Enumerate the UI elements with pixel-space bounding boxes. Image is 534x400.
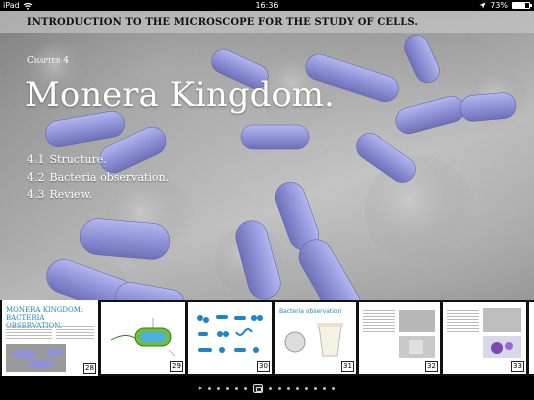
page-dot[interactable] [217,386,221,390]
page-dot[interactable] [332,386,336,390]
page-dot[interactable] [296,386,300,390]
page-number: 31 [341,361,354,372]
page-number: 33 [511,361,524,372]
status-bar: iPad 16:36 73% [0,0,534,11]
page-thumbnail-28[interactable]: MONERA KINGDOM: BACTERIA OBSERVATION. 28 [2,300,98,376]
page-thumbnail-partial[interactable] [529,302,534,374]
toc-item-review[interactable]: 4.3 Review. [27,186,169,204]
location-arrow-icon [479,2,486,9]
page-thumbnail-29[interactable]: 29 [101,302,185,374]
battery-percent: 73% [490,1,508,10]
page-dot-active[interactable] [253,383,264,393]
stained-slide-image [483,308,521,358]
chapter-title: Monera Kingdom. [25,75,335,115]
bacteria-shapes-image [197,315,263,353]
thumbnail-title: Bacteria observation [279,308,342,315]
page-thumbnail-32[interactable]: 32 [359,302,440,374]
page-number: 29 [170,361,183,372]
page-number: 32 [425,361,438,372]
toc-item-bacteria-observation[interactable]: 4.2 Bacteria observation. [27,169,169,187]
page-dot[interactable] [305,386,309,390]
page-indicator[interactable]: ▸ [0,376,534,400]
chapter-page: INTRODUCTION TO THE MICROSCOPE FOR THE S… [0,11,534,313]
lab-photo-image [399,310,435,358]
bacterium-diagram-image [110,318,176,357]
page-dot[interactable] [287,386,291,390]
book-title: INTRODUCTION TO THE MICROSCOPE FOR THE S… [27,17,418,28]
page-dot[interactable] [278,386,282,390]
page-dot[interactable] [226,386,230,390]
page-dot[interactable] [208,386,212,390]
page-dot[interactable] [323,386,327,390]
page-thumbnail-33[interactable]: 33 [443,302,526,374]
page-dot[interactable] [244,386,248,390]
page-number: 28 [83,363,96,374]
page-thumbnail-strip: MONERA KINGDOM: BACTERIA OBSERVATION. 28… [0,300,534,376]
page-dot[interactable] [314,386,318,390]
bacteria-thumbnail-image [6,344,66,372]
page-thumbnail-30[interactable]: 30 [188,302,272,374]
previous-page-icon[interactable]: ▸ [199,384,203,392]
page-dot[interactable] [235,386,239,390]
clock: 16:36 [255,1,279,10]
page-number: 30 [257,361,270,372]
page-thumbnail-31[interactable]: Bacteria observation 31 [275,302,356,374]
chapter-table-of-contents: 4.1 Structure. 4.2 Bacteria observation. 4… [27,151,169,204]
chapter-label: Chapter 4 [27,56,69,66]
battery-icon [512,2,532,9]
toc-item-structure[interactable]: 4.1 Structure. [27,151,169,169]
page-dot[interactable] [269,386,273,390]
yogurt-cup-image [284,323,343,357]
